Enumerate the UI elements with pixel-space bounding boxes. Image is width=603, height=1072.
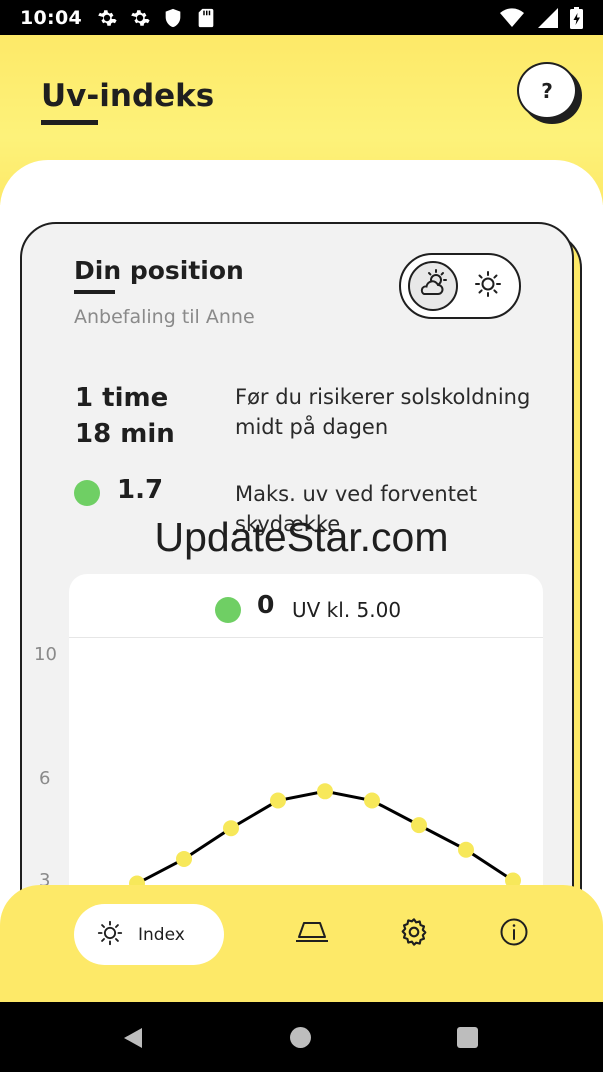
heading-underline <box>74 290 115 294</box>
burn-desc-line-2: midt på dagen <box>235 415 389 439</box>
nav-info-button[interactable] <box>498 918 530 950</box>
home-icon[interactable] <box>290 1027 311 1048</box>
uv-data-point[interactable] <box>223 820 239 837</box>
watermark: UpdateStar.com <box>154 514 449 560</box>
uv-data-point[interactable] <box>317 783 333 800</box>
burn-time-minutes: 18 min <box>75 419 175 449</box>
uv-card: Din position Anbefaling til Anne 1 time … <box>20 222 574 952</box>
wifi-icon <box>500 7 524 29</box>
nav-index-button[interactable]: Index <box>74 904 224 965</box>
weather-toggle[interactable] <box>399 253 521 319</box>
shield-icon <box>162 7 184 29</box>
sun-icon <box>473 269 503 303</box>
gear-icon <box>129 7 151 29</box>
bottom-nav: Index <box>0 885 603 1002</box>
gear-icon <box>96 7 118 29</box>
system-nav-bar <box>0 1002 603 1072</box>
uv-data-point[interactable] <box>411 817 427 834</box>
max-uv-value: 1.7 <box>117 475 164 505</box>
card-heading: Din position <box>74 256 244 285</box>
uv-data-point[interactable] <box>364 792 380 809</box>
card-subtitle: Anbefaling til Anne <box>74 306 255 328</box>
y-tick-label: 6 <box>39 768 51 789</box>
gear-icon <box>398 916 430 952</box>
status-time: 10:04 <box>20 6 82 29</box>
nav-settings-button[interactable] <box>398 918 430 950</box>
title-underline <box>41 120 98 125</box>
burn-time-value: 1 time 18 min <box>75 380 175 452</box>
nav-index-label: Index <box>138 924 185 945</box>
page-title: Uv-indeks <box>41 78 215 114</box>
nav-lamp-button[interactable] <box>296 918 328 950</box>
y-tick-label: 10 <box>34 644 57 665</box>
toggle-cloudy-option[interactable] <box>408 261 458 311</box>
sun-icon <box>96 919 124 951</box>
battery-icon <box>570 6 583 29</box>
help-button[interactable]: ? <box>517 62 577 119</box>
status-bar: 10:04 <box>0 0 603 35</box>
burn-time-hours: 1 time <box>75 383 169 413</box>
sd-card-icon <box>195 7 217 29</box>
burn-time-description: Før du risikerer solskoldning midt på da… <box>235 382 565 442</box>
uv-data-point[interactable] <box>458 841 474 858</box>
burn-desc-line-1: Før du risikerer solskoldning <box>235 385 531 409</box>
cloud-sun-icon <box>416 267 450 305</box>
max-uv-desc-line-1: Maks. uv ved forventet <box>235 482 478 506</box>
info-icon <box>499 917 529 951</box>
uv-status-dot <box>74 480 100 506</box>
uv-data-point[interactable] <box>270 792 286 809</box>
toggle-sunny-option[interactable] <box>463 261 513 311</box>
lamp-icon <box>295 921 329 947</box>
recents-icon[interactable] <box>457 1027 478 1048</box>
cellular-icon <box>536 7 558 29</box>
uv-data-point[interactable] <box>176 850 192 867</box>
back-icon[interactable] <box>122 1027 144 1053</box>
